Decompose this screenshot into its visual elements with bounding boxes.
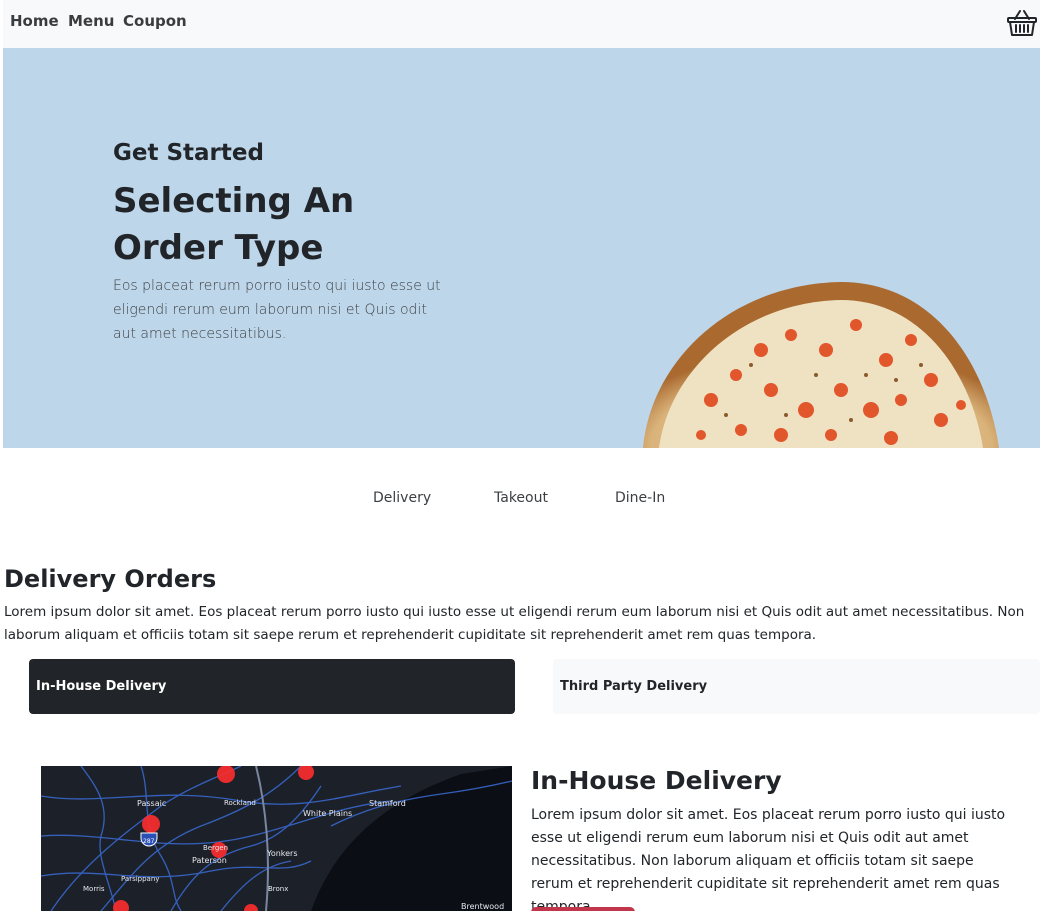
hero-kicker: Get Started [113,140,264,166]
section-title: Delivery Orders [4,565,217,593]
tab-in-house-delivery[interactable]: In-House Delivery [29,659,515,714]
map-label: Parsippany [121,875,159,883]
nav-link-coupon[interactable]: Coupon [123,12,187,30]
map-label: White Plains [303,809,352,818]
map-label: Morris [83,885,105,893]
tab-takeout[interactable]: Takeout [494,490,548,506]
section-description: Lorem ipsum dolor sit amet. Eos placeat … [4,604,1025,643]
map-label: Bergen [203,844,228,852]
hero-banner: Get Started Selecting An Order Type Eos … [3,48,1040,448]
basket-icon[interactable] [1006,8,1038,38]
hero-text: Eos placeat rerum porro iusto qui iusto … [113,278,441,342]
tab-third-party-delivery[interactable]: Third Party Delivery [553,659,1040,714]
detail-action-button[interactable] [531,907,635,911]
map-label: Rockland [224,799,256,807]
nav-link-menu[interactable]: Menu [68,12,114,30]
top-navbar: Home Menu Coupon [3,0,1040,48]
tab-dine-in[interactable]: Dine-In [615,490,665,506]
detail-title: In-House Delivery [531,766,782,795]
pizza-image [643,282,999,448]
detail-description: Lorem ipsum dolor sit amet. Eos placeat … [531,807,1006,911]
nav-link-home[interactable]: Home [10,12,59,30]
map-label: Brentwood [461,902,504,911]
tab-delivery[interactable]: Delivery [373,490,431,506]
hero-title: Selecting An Order Type [113,181,355,268]
map-label: Passaic [137,799,166,808]
map-label: Bronx [268,885,288,893]
delivery-map-image: Passaic White Plains Stamford Paterson Y… [41,766,512,911]
map-label: Yonkers [266,849,298,858]
map-label: 287 [143,838,155,845]
map-label: Paterson [192,856,227,865]
map-label: Stamford [369,799,406,808]
